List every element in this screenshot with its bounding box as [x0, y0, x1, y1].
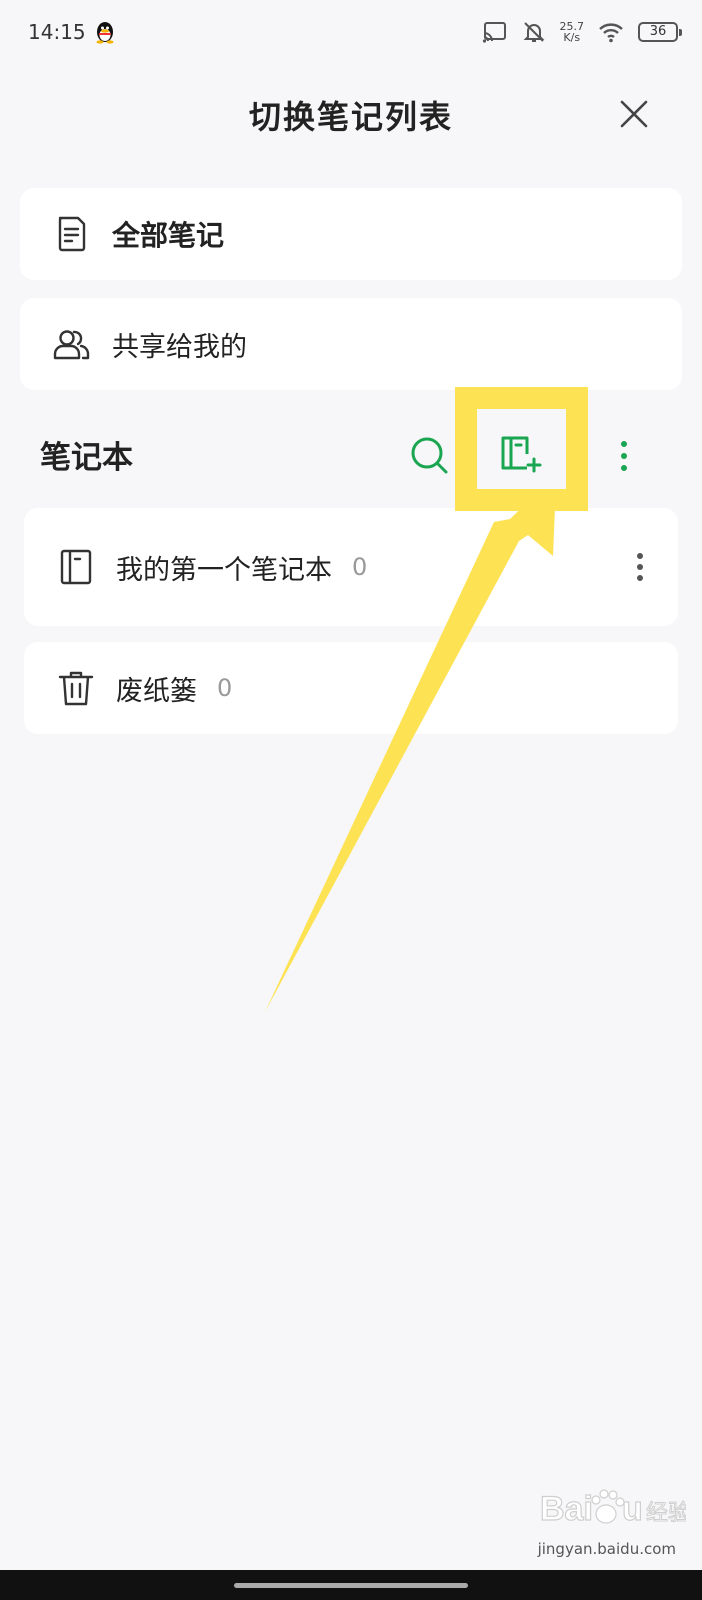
page-title: 切换笔记列表 — [248, 98, 453, 136]
notebook-count: 0 — [352, 553, 368, 581]
svg-text:Bai: Bai — [540, 1490, 593, 1528]
notebooks-section-header: 笔记本 — [0, 420, 702, 492]
more-vertical-icon[interactable] — [612, 432, 636, 480]
watermark-url: jingyan.baidu.com — [537, 1540, 676, 1558]
net-speed: 25.7 K/s — [560, 21, 585, 43]
status-icons: 25.7 K/s 36 — [482, 20, 682, 44]
note-document-icon — [58, 216, 86, 252]
trash-count: 0 — [217, 674, 233, 702]
search-icon[interactable] — [406, 432, 454, 480]
svg-text:经验: 经验 — [646, 1501, 686, 1526]
shared-users-icon — [53, 330, 90, 360]
baidu-watermark-logo: Bai u 经验 — [539, 1489, 686, 1529]
qq-icon — [96, 22, 114, 44]
home-indicator[interactable] — [234, 1583, 468, 1588]
notebooks-section-title: 笔记本 — [40, 440, 133, 476]
trash-item[interactable]: 废纸篓 0 — [24, 642, 678, 734]
add-notebook-icon[interactable] — [497, 432, 545, 480]
notebook-item[interactable]: 我的第一个笔记本 0 — [24, 508, 678, 626]
notebook-label: 我的第一个笔记本 — [116, 554, 332, 586]
bell-off-icon — [523, 22, 544, 42]
trash-icon — [58, 671, 94, 706]
navigation-bar — [0, 1570, 702, 1600]
svg-text:u: u — [622, 1490, 643, 1528]
cast-icon — [482, 22, 506, 43]
notebook-icon — [60, 549, 92, 585]
all-notes-item[interactable]: 全部笔记 — [20, 188, 682, 280]
shared-with-me-item[interactable]: 共享给我的 — [20, 298, 682, 390]
net-speed-unit: K/s — [563, 31, 581, 44]
wifi-icon — [599, 23, 623, 43]
more-vertical-icon[interactable] — [630, 547, 650, 587]
shared-with-me-label: 共享给我的 — [112, 331, 247, 363]
battery-icon: 36 — [638, 22, 682, 42]
close-icon[interactable] — [614, 94, 654, 134]
status-bar: 14:15 25.7 K/s 36 — [0, 0, 702, 64]
header: 切换笔记列表 — [0, 78, 702, 148]
status-time: 14:15 — [28, 20, 86, 44]
all-notes-label: 全部笔记 — [112, 219, 225, 252]
trash-label: 废纸篓 — [116, 675, 197, 707]
